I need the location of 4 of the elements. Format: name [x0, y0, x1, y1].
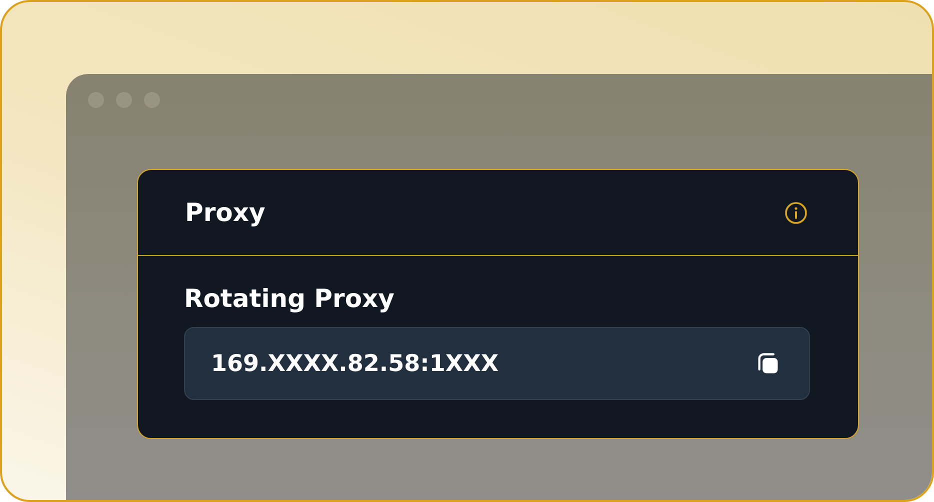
card-title: Proxy: [185, 198, 266, 227]
field-label: Rotating Proxy: [184, 284, 396, 313]
info-icon[interactable]: [784, 200, 808, 224]
proxy-field[interactable]: 169.XXXX.82.58:1XXX: [184, 327, 810, 400]
